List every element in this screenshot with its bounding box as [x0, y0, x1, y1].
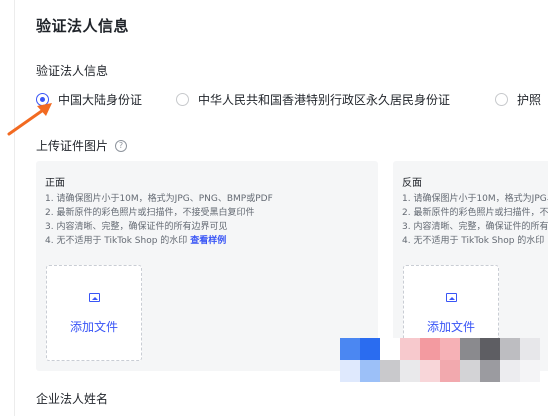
requirement-item: 1. 请确保图片小于10M，格式为JPG、PNG、BMP或PDF [402, 194, 548, 204]
annotation-arrow-icon [7, 103, 52, 136]
pixelated-redaction [340, 338, 548, 382]
radio-label: 护照 [517, 92, 542, 107]
radio-unselected-icon[interactable] [495, 92, 508, 106]
card-title: 反面 [402, 178, 422, 189]
requirement-item: 4. 无不适用于 TikTok Shop 的水印 [402, 236, 545, 246]
id-front-upload-card: 正面 1. 请确保图片小于10M，格式为JPG、PNG、BMP或PDF 2. 最… [36, 161, 378, 371]
radio-label: 中国大陆身份证 [58, 92, 143, 107]
upload-id-label: 上传证件图片 ? [36, 137, 128, 154]
verify-legal-person-form: 验证法人信息 验证法人信息 中国大陆身份证 中华人民共和国香港特别行政区永久居民… [0, 0, 548, 416]
requirement-item: 3. 内容清晰、完整，确保证件的所有边界可见 [45, 222, 228, 232]
help-icon[interactable]: ? [115, 139, 128, 152]
requirement-item-watermark: 4. 无不适用于 TikTok Shop 的水印 查看样例 [45, 234, 273, 248]
requirement-item: 3. 内容清晰、完整，确保证件的所有边界可见 [402, 222, 548, 232]
upload-requirements: 1. 请确保图片小于10M，格式为JPG、PNG、BMP或PDF 2. 最新原件… [45, 192, 273, 248]
radio-hk-permanent-id[interactable]: 中华人民共和国香港特别行政区永久居民身份证 [176, 90, 450, 108]
add-file-label[interactable]: 添加文件 [404, 318, 498, 335]
section-title: 验证法人信息 [36, 17, 130, 35]
card-title: 正面 [45, 178, 65, 189]
requirement-item: 2. 最新原件的彩色照片或扫描件，不接受黑白复印件 [402, 208, 548, 218]
view-sample-link[interactable]: 查看样例 [190, 236, 226, 246]
image-upload-icon [89, 293, 100, 302]
legal-person-name-label: 企业法人姓名 [36, 392, 109, 406]
divider [14, 0, 15, 416]
upload-id-label-text: 上传证件图片 [36, 139, 109, 153]
front-add-file-dropzone[interactable]: 添加文件 [46, 265, 142, 361]
radio-label: 中华人民共和国香港特别行政区永久居民身份证 [198, 92, 451, 107]
add-file-label[interactable]: 添加文件 [47, 318, 141, 335]
radio-passport[interactable]: 护照 [495, 90, 541, 108]
id-type-label: 验证法人信息 [36, 64, 109, 78]
image-upload-icon [446, 293, 457, 302]
upload-requirements: 1. 请确保图片小于10M，格式为JPG、PNG、BMP或PDF 2. 最新原件… [402, 192, 548, 248]
requirement-item: 1. 请确保图片小于10M，格式为JPG、PNG、BMP或PDF [45, 194, 273, 204]
radio-unselected-icon[interactable] [176, 92, 189, 106]
requirement-item: 2. 最新原件的彩色照片或扫描件，不接受黑白复印件 [45, 208, 255, 218]
requirement-text: 4. 无不适用于 TikTok Shop 的水印 [45, 236, 188, 246]
